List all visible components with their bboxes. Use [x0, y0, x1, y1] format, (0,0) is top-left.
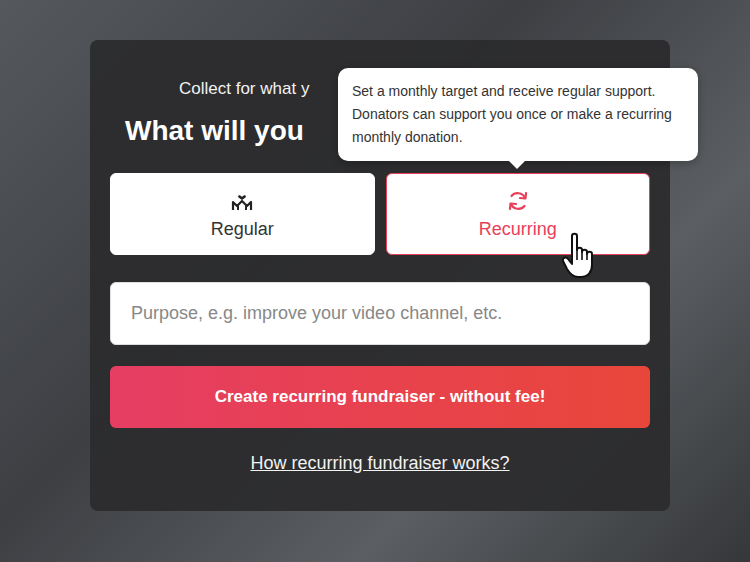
- how-it-works-link[interactable]: How recurring fundraiser works?: [250, 453, 509, 473]
- photo-background: Collect for what y What will you Regular…: [0, 0, 750, 562]
- type-options: Regular Recurring: [110, 173, 650, 255]
- tooltip-arrow: [508, 160, 526, 169]
- heart-people-icon: [230, 189, 254, 213]
- purpose-input[interactable]: [110, 282, 650, 345]
- create-button[interactable]: Create recurring fundraiser - without fe…: [110, 366, 650, 428]
- type-option[interactable]: Regular: [110, 173, 375, 255]
- type-option[interactable]: Recurring: [386, 173, 651, 255]
- hand-cursor-icon: [560, 232, 600, 280]
- recurring-arrows-icon: [506, 189, 530, 213]
- tooltip: Set a monthly target and receive regular…: [338, 68, 698, 161]
- fundraiser-card: Collect for what y What will you Regular…: [90, 40, 670, 511]
